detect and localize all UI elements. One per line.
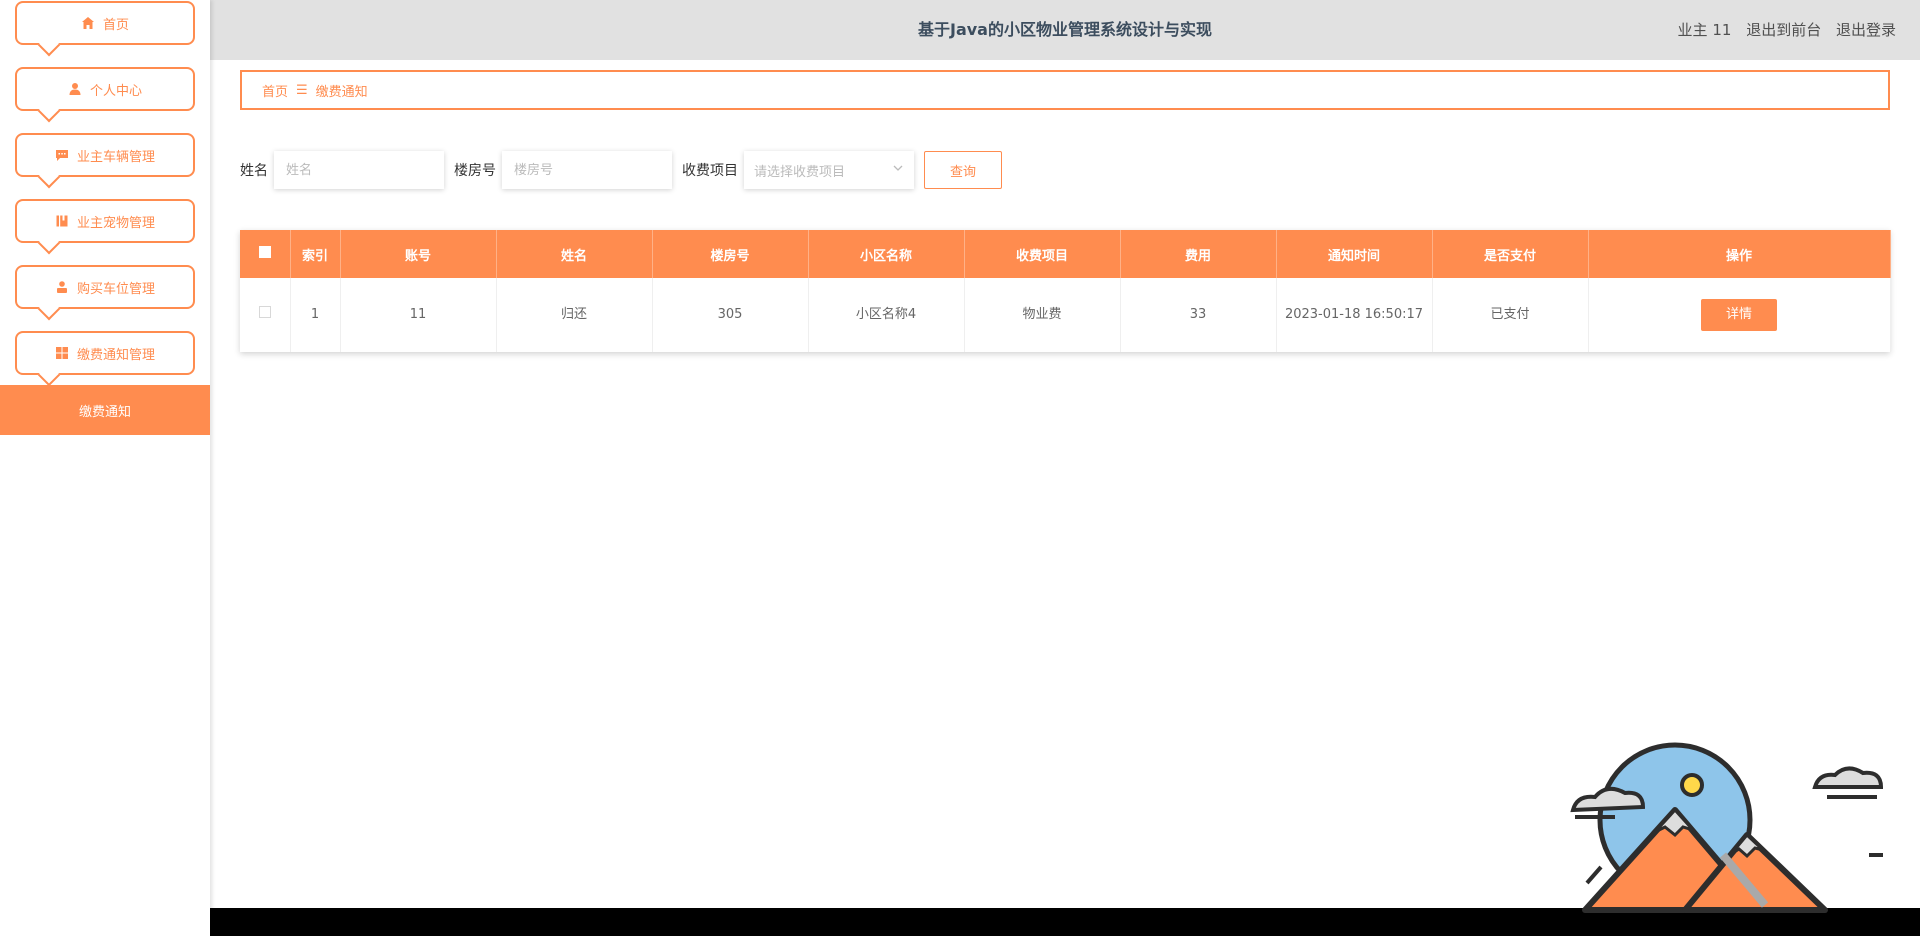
column-header: 楼房号 xyxy=(652,230,809,278)
cell-room: 305 xyxy=(652,278,809,352)
cell-paid-status: 已支付 xyxy=(1432,278,1589,352)
sidebar-item-label: 业主车辆管理 xyxy=(76,149,155,165)
book-icon xyxy=(55,214,69,228)
home-icon xyxy=(81,16,95,30)
chat-icon xyxy=(55,148,69,162)
page-title: 基于Java的小区物业管理系统设计与实现 xyxy=(918,20,1212,39)
breadcrumb: 首页 ☰ 缴费通知 xyxy=(240,70,1890,110)
sidebar-item-pets[interactable]: 业主宠物管理 xyxy=(15,199,195,243)
chevron-down-icon xyxy=(892,162,904,178)
column-header: 姓名 xyxy=(496,230,653,278)
row-checkbox[interactable] xyxy=(258,306,271,318)
breadcrumb-home[interactable]: 首页 xyxy=(262,81,288,100)
column-header: 小区名称 xyxy=(808,230,965,278)
breadcrumb-current: 缴费通知 xyxy=(315,84,368,100)
sidebar-item-fee-notice[interactable]: 缴费通知管理 xyxy=(15,331,195,375)
table-header-row: 索引 账号 姓名 楼房号 小区名称 收费项目 费用 通知时间 是否支付 操作 xyxy=(240,230,1891,278)
room-label: 楼房号 xyxy=(454,163,496,179)
select-all-cell xyxy=(240,230,291,278)
cell-name: 归还 xyxy=(496,278,653,352)
column-header: 费用 xyxy=(1120,230,1277,278)
search-bar: 姓名 楼房号 收费项目 请选择收费项目 查询 xyxy=(240,150,1002,190)
select-all-checkbox[interactable] xyxy=(258,246,271,258)
sidebar-item-vehicles[interactable]: 业主车辆管理 xyxy=(15,133,195,177)
sidebar-item-label: 业主宠物管理 xyxy=(76,215,155,231)
sidebar-item-profile[interactable]: 个人中心 xyxy=(15,67,195,111)
sidebar-item-home[interactable]: 首页 xyxy=(15,1,195,45)
user-label: 业主 11 xyxy=(1677,21,1732,39)
column-header: 索引 xyxy=(290,230,341,278)
name-label: 姓名 xyxy=(240,163,268,179)
fee-item-select[interactable]: 请选择收费项目 xyxy=(744,151,914,189)
column-header: 账号 xyxy=(340,230,497,278)
column-header: 操作 xyxy=(1588,230,1891,278)
grid-icon xyxy=(55,346,69,360)
top-header: 基于Java的小区物业管理系统设计与实现 业主 11 退出到前台 退出登录 xyxy=(210,0,1920,60)
table-row: 1 11 归还 305 小区名称4 物业费 33 2023-01-18 16:5… xyxy=(240,278,1891,352)
detail-button[interactable]: 详情 xyxy=(1701,299,1777,331)
breadcrumb-separator: ☰ xyxy=(296,82,308,98)
fee-item-placeholder: 请选择收费项目 xyxy=(754,164,846,180)
cell-index: 1 xyxy=(290,278,341,352)
sidebar-item-label: 首页 xyxy=(102,17,129,33)
cell-actions: 详情 xyxy=(1588,278,1891,352)
fee-notice-table: 索引 账号 姓名 楼房号 小区名称 收费项目 费用 通知时间 是否支付 操作 1… xyxy=(240,230,1891,352)
sidebar-item-label: 个人中心 xyxy=(89,83,142,99)
room-input[interactable] xyxy=(502,151,672,189)
name-input[interactable] xyxy=(274,151,444,189)
cell-account: 11 xyxy=(340,278,497,352)
sidebar-item-label: 缴费通知管理 xyxy=(76,347,155,363)
mountain-sun-illustration xyxy=(1570,742,1884,913)
column-header: 是否支付 xyxy=(1432,230,1589,278)
column-header: 通知时间 xyxy=(1276,230,1433,278)
fee-item-label: 收费项目 xyxy=(682,163,738,179)
cell-fee-item: 物业费 xyxy=(964,278,1121,352)
user-icon xyxy=(68,82,82,96)
sidebar-subitem-fee-notice[interactable]: 缴费通知 xyxy=(0,385,210,435)
column-header: 收费项目 xyxy=(964,230,1121,278)
logout-link[interactable]: 退出登录 xyxy=(1836,21,1896,39)
sidebar-item-parking[interactable]: 购买车位管理 xyxy=(15,265,195,309)
row-select-cell xyxy=(240,278,291,352)
sidebar: 首页 个人中心 业主车辆管理 业主宠物管理 购买车位管理 缴费通知管理 缴费通知 xyxy=(0,0,210,936)
header-actions: 业主 11 退出到前台 退出登录 xyxy=(1668,0,1896,60)
sidebar-item-label: 购买车位管理 xyxy=(76,281,155,297)
cell-notice-time: 2023-01-18 16:50:17 xyxy=(1276,278,1433,352)
cell-community: 小区名称4 xyxy=(808,278,965,352)
cell-fee: 33 xyxy=(1120,278,1277,352)
query-button[interactable]: 查询 xyxy=(924,151,1002,189)
person-icon xyxy=(55,280,69,294)
exit-to-front-link[interactable]: 退出到前台 xyxy=(1746,21,1821,39)
